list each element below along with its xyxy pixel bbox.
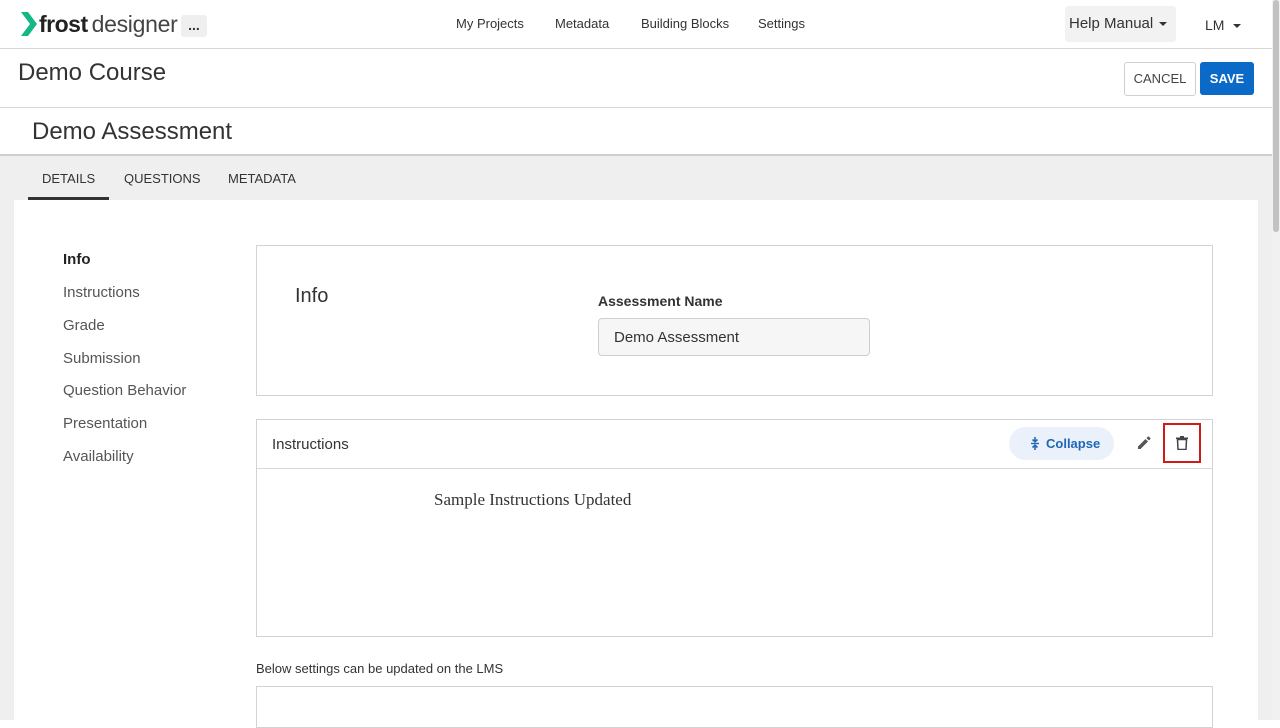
delete-button[interactable] (1163, 423, 1201, 463)
help-manual-label: Help Manual (1069, 15, 1154, 32)
header-divider (0, 107, 1272, 108)
logo-text-bold: frost (39, 10, 88, 37)
instructions-header-divider (257, 468, 1212, 469)
sidebar-item-submission[interactable]: Submission (63, 350, 141, 367)
sidebar-item-grade[interactable]: Grade (63, 317, 105, 334)
trash-icon (1176, 436, 1188, 450)
more-menu-button[interactable]: ... (181, 15, 207, 37)
help-manual-dropdown[interactable]: Help Manual (1065, 6, 1176, 42)
tab-details[interactable]: DETAILS (42, 171, 95, 186)
tab-questions[interactable]: QUESTIONS (124, 171, 201, 186)
assessment-name-label: Assessment Name (598, 293, 723, 309)
app-logo[interactable]: frost designer (21, 10, 178, 37)
nav-metadata[interactable]: Metadata (555, 16, 609, 31)
nav-settings[interactable]: Settings (758, 16, 805, 31)
caret-down-icon (1233, 24, 1242, 29)
save-button[interactable]: SAVE (1200, 62, 1254, 95)
user-initials: LM (1205, 17, 1225, 33)
lms-note: Below settings can be updated on the LMS (256, 661, 504, 676)
top-navbar: frost designer ... My Projects Metadata … (0, 0, 1272, 49)
user-menu[interactable]: LM (1205, 17, 1242, 33)
cancel-button[interactable]: CANCEL (1124, 62, 1196, 96)
collapse-label: Collapse (1046, 436, 1101, 451)
sidebar-item-question-behavior[interactable]: Question Behavior (63, 382, 186, 399)
sidebar-item-availability[interactable]: Availability (63, 448, 134, 465)
instructions-title: Instructions (272, 436, 349, 453)
tab-metadata[interactable]: METADATA (228, 171, 296, 186)
frost-chevron-logo-icon (21, 12, 37, 36)
collapse-button[interactable]: Collapse (1009, 427, 1114, 460)
collapse-arrows-icon (1031, 437, 1039, 450)
nav-my-projects[interactable]: My Projects (456, 16, 524, 31)
assessment-name-input[interactable] (598, 318, 870, 356)
instructions-content[interactable]: Sample Instructions Updated (434, 490, 631, 510)
nav-building-blocks[interactable]: Building Blocks (641, 16, 729, 31)
caret-down-icon (1159, 22, 1168, 27)
course-title: Demo Course (18, 59, 167, 86)
scrollbar-thumb[interactable] (1273, 0, 1279, 232)
assessment-title: Demo Assessment (32, 118, 233, 145)
lms-settings-card (256, 686, 1213, 728)
sidebar-item-instructions[interactable]: Instructions (63, 284, 140, 301)
sidebar-item-info[interactable]: Info (63, 251, 91, 268)
logo-text-light: designer (91, 10, 178, 37)
pencil-icon[interactable] (1136, 435, 1152, 451)
sidebar-item-presentation[interactable]: Presentation (63, 415, 147, 432)
info-heading: Info (295, 285, 329, 307)
